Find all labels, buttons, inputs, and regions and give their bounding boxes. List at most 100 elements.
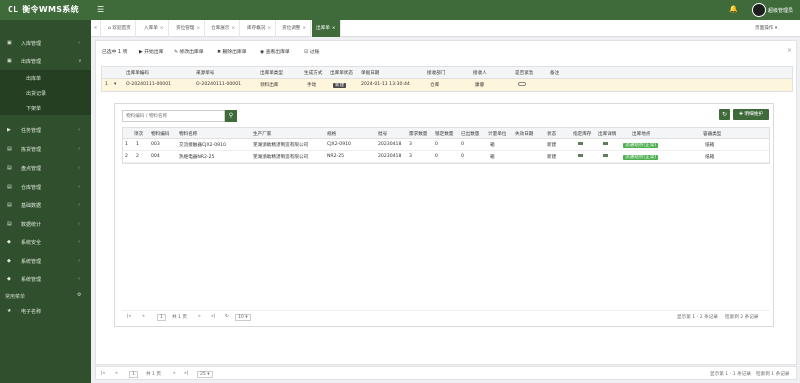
location-badge: 流通站点(正常) bbox=[623, 155, 659, 160]
sidebar-item-inventory-count[interactable]: ▤ 盘点管理 ‹ bbox=[0, 159, 91, 177]
chevron-left-icon: ‹ bbox=[78, 40, 80, 46]
tab-outbound-order[interactable]: 出库单 × bbox=[312, 20, 341, 37]
close-icon[interactable]: × bbox=[787, 47, 792, 54]
close-icon[interactable]: × bbox=[302, 26, 306, 31]
close-icon[interactable]: × bbox=[160, 26, 164, 31]
sidebar-item-base-data[interactable]: ▤ 基础数据 ‹ bbox=[0, 196, 91, 214]
refresh-icon[interactable]: ↻ bbox=[719, 109, 730, 120]
page-size-select[interactable]: 10 ▾ bbox=[235, 314, 251, 321]
tab-warehouse-view[interactable]: 仓库展示 × bbox=[207, 20, 241, 37]
expand-row-icon[interactable]: ▾ bbox=[114, 82, 116, 87]
star-icon: ★ bbox=[7, 308, 12, 314]
table-row[interactable]: 1 ▾ O-20240111-00001 O-20240111-00001 领料… bbox=[102, 79, 792, 91]
sidebar-subitem-shipping-record[interactable]: 出货记录 bbox=[0, 85, 91, 100]
delete-outbound-button[interactable]: ✖ 删除出库单 bbox=[217, 48, 247, 55]
main-panel: 已选中 1 项 ▶ 开始出库 ✎ 修改出库单 ✖ 删除出库单 ◉ 查看出库单 ☑… bbox=[95, 40, 797, 365]
page-total: 共 1 页 bbox=[172, 315, 188, 320]
close-icon[interactable]: × bbox=[332, 26, 336, 31]
chevron-left-icon: ‹ bbox=[78, 127, 80, 133]
record-summary: 显示第 1 - 2 条记录 bbox=[677, 315, 718, 320]
record-found: 检索到 2 条记录 bbox=[725, 315, 759, 320]
page-number-input[interactable]: 1 bbox=[129, 371, 138, 378]
tab-inbound[interactable]: 入库单 × bbox=[140, 20, 169, 37]
outbound-icon: ▣ bbox=[7, 58, 12, 64]
close-icon[interactable]: × bbox=[267, 26, 271, 31]
shield-icon: ◆ bbox=[7, 239, 11, 245]
sidebar-subitem-takedown-order[interactable]: 下架单 bbox=[0, 100, 91, 115]
first-page-button[interactable]: |« bbox=[127, 314, 131, 319]
next-page-button[interactable]: » bbox=[173, 371, 176, 376]
sidebar-item-outbound[interactable]: ▣ 出库管理 ∨ bbox=[0, 52, 91, 70]
detail-panel: ⚲ ↻ ✚ 明细维护 项次 物料编码 物料名称 生产厂家 规格 批号 需求数量 … bbox=[114, 103, 774, 327]
tab-welcome[interactable]: ⌂ 欢迎首页 bbox=[104, 20, 136, 37]
picking-icon: ▤ bbox=[7, 146, 12, 152]
table-row[interactable]: 2 2 004 热继电器NR2-25 芜湖浙助精湛制造有限公司 NR2-25 2… bbox=[123, 151, 769, 163]
chevron-down-icon: ∨ bbox=[78, 58, 82, 64]
tab-location-adjust[interactable]: 货位调整 × bbox=[278, 20, 312, 37]
table-header: 出库单编码 来源单号 出库单类型 生成方式 出库单状态 单据日期 接收部门 接收… bbox=[102, 67, 792, 79]
order-table: 出库单编码 来源单号 出库单类型 生成方式 出库单状态 单据日期 接收部门 接收… bbox=[101, 66, 793, 92]
sidebar-item-tasks[interactable]: ▶ 任务管理 ‹ bbox=[0, 121, 91, 139]
tab-stock-overview[interactable]: 库存概况 × bbox=[243, 20, 277, 37]
page-number-input[interactable]: 1 bbox=[157, 314, 166, 321]
selected-count: 已选中 1 项 bbox=[102, 50, 128, 55]
detail-pager: |« « 1 共 1 页 » »| ↻ 10 ▾ 显示第 1 - 2 条记录 检… bbox=[122, 310, 770, 322]
edit-outbound-button[interactable]: ✎ 修改出库单 bbox=[174, 48, 204, 55]
start-outbound-button[interactable]: ▶ 开始出库 bbox=[139, 48, 163, 55]
status-badge: 新建 bbox=[333, 83, 347, 88]
chevron-left-icon: ‹ bbox=[78, 221, 80, 227]
count-icon: ▤ bbox=[7, 165, 12, 171]
page-ops-dropdown[interactable]: 页面操作 ▾ bbox=[755, 20, 777, 37]
chevron-left-icon: ‹ bbox=[78, 165, 80, 171]
sidebar-item-system[interactable]: ◆ 系统管理 ‹ bbox=[0, 252, 91, 270]
sidebar-item-security[interactable]: ◆ 系统安全 ‹ bbox=[0, 233, 91, 251]
last-page-button[interactable]: »| bbox=[184, 371, 188, 376]
prev-page-button[interactable]: « bbox=[115, 371, 118, 376]
maintain-detail-button[interactable]: ✚ 明细维护 bbox=[733, 109, 769, 120]
system-icon: ◆ bbox=[7, 276, 11, 282]
refresh-icon[interactable]: ↻ bbox=[225, 314, 229, 319]
sidebar-item-picking[interactable]: ▤ 拣货管理 ‹ bbox=[0, 140, 91, 158]
close-icon[interactable]: × bbox=[231, 26, 235, 31]
sidebar-fav-item[interactable]: ★ 电子名称 bbox=[0, 305, 91, 319]
tab-location[interactable]: 货位管理 × bbox=[172, 20, 206, 37]
gear-icon[interactable]: ⚙ bbox=[77, 292, 81, 298]
tab-prev-button[interactable]: « bbox=[91, 20, 101, 37]
prev-page-button[interactable]: « bbox=[142, 314, 145, 319]
app-logo[interactable]: CL 衡令WMS系统 bbox=[8, 4, 79, 15]
page-total: 共 1 页 bbox=[146, 372, 162, 377]
urgent-toggle[interactable] bbox=[518, 82, 526, 88]
sidebar-item-system-2[interactable]: ◆ 系统管理 ‹ bbox=[0, 270, 91, 288]
assign-stock-icon[interactable] bbox=[578, 142, 583, 147]
sidebar-item-warehouse[interactable]: ▤ 仓库管理 ‹ bbox=[0, 178, 91, 196]
chevron-left-icon: ‹ bbox=[78, 146, 80, 152]
last-page-button[interactable]: »| bbox=[211, 314, 215, 319]
sidebar-subitem-outbound-order[interactable]: 出库单 bbox=[0, 70, 91, 85]
search-icon[interactable]: ⚲ bbox=[225, 110, 237, 122]
outbound-detail-icon[interactable] bbox=[603, 154, 608, 159]
assign-stock-icon[interactable] bbox=[578, 154, 583, 159]
sidebar-item-statistics[interactable]: ▤ 数据统计 ‹ bbox=[0, 215, 91, 233]
sidebar-item-inbound[interactable]: ▣ 入库管理 ‹ bbox=[0, 34, 91, 52]
user-name[interactable]: 超级管理员 bbox=[768, 7, 793, 14]
next-page-button[interactable]: » bbox=[198, 314, 201, 319]
table-row[interactable]: 1 1 003 交流接触器CJX2-0910 芜湖浙助精湛制造有限公司 CJX2… bbox=[123, 139, 769, 151]
tab-bar: « ⌂ 欢迎首页 入库单 × 货位管理 × 仓库展示 × 库存概况 × 货位调整 × 出库… bbox=[91, 20, 800, 37]
stats-icon: ▤ bbox=[7, 221, 12, 227]
task-icon: ▶ bbox=[7, 127, 11, 133]
close-icon[interactable]: × bbox=[196, 26, 200, 31]
outbound-detail-icon[interactable] bbox=[603, 142, 608, 147]
location-badge: 流通站点(正常) bbox=[623, 143, 659, 148]
page-size-select[interactable]: 25 ▾ bbox=[197, 371, 213, 378]
warehouse-icon: ▤ bbox=[7, 184, 12, 190]
search-input[interactable] bbox=[122, 110, 225, 122]
record-found: 检索到 1 条记录 bbox=[756, 372, 790, 377]
bell-icon[interactable]: 🔔 bbox=[729, 5, 738, 13]
view-outbound-button[interactable]: ◉ 查看出库单 bbox=[260, 48, 290, 55]
avatar[interactable] bbox=[752, 3, 766, 17]
sidebar-section-favorites: 常用菜单 ⚙ bbox=[5, 292, 82, 300]
menu-icon[interactable]: ☰ bbox=[97, 5, 104, 14]
post-button[interactable]: ☑ 过账 bbox=[304, 48, 319, 55]
first-page-button[interactable]: |« bbox=[101, 371, 105, 376]
record-summary: 显示第 1 - 1 条记录 bbox=[710, 372, 751, 377]
